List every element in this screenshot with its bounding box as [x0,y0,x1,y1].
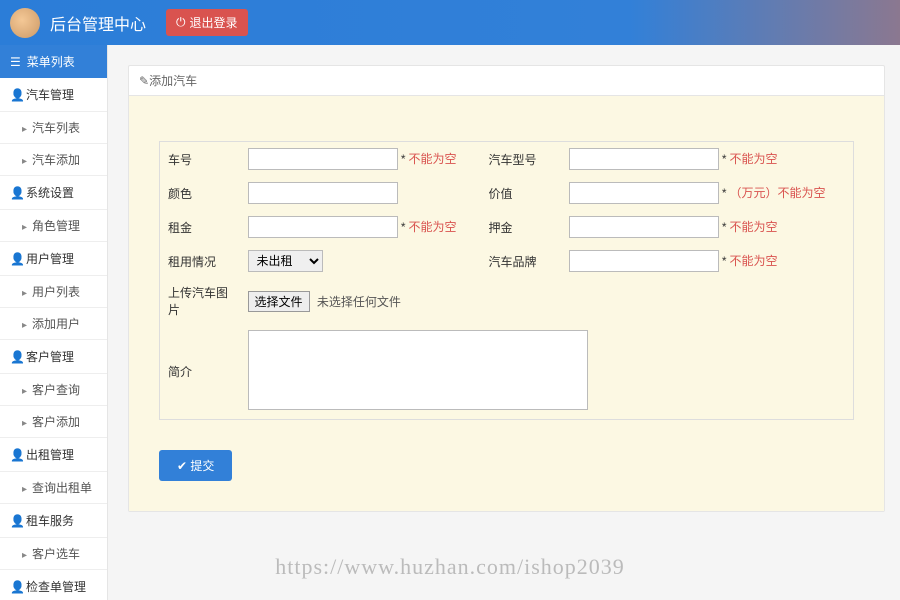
nav-item[interactable]: 用户列表 [0,276,107,308]
label-rent: 租金 [160,210,240,244]
user-icon: 👤 [10,252,20,266]
nav-group[interactable]: 👤 检查单管理 [0,570,107,600]
label-upload: 上传汽车图片 [160,278,240,324]
label-car-no: 车号 [160,142,240,177]
panel-header: ✎添加汽车 [129,66,884,96]
nav-item[interactable]: 客户添加 [0,406,107,438]
user-icon: 👤 [10,514,20,528]
submit-label: 提交 [190,459,214,473]
label-brand: 汽车品牌 [481,244,561,278]
nav-group[interactable]: 👤 客户管理 [0,340,107,374]
avatar[interactable] [10,8,40,38]
nav-group-label: 系统设置 [26,184,74,201]
submit-button[interactable]: ✔ 提交 [159,450,232,481]
user-icon: 👤 [10,88,20,102]
nav-group-label: 检查单管理 [26,578,86,595]
label-deposit: 押金 [481,210,561,244]
input-car-no[interactable] [248,148,398,170]
panel-body: 车号 *不能为空 汽车型号 *不能为空 颜色 价值 *（万元）不能为空 租金 *… [129,96,884,511]
input-deposit[interactable] [569,216,719,238]
file-choose-button[interactable] [248,291,310,312]
list-icon: ☰ [10,55,21,69]
input-model[interactable] [569,148,719,170]
nav-item[interactable]: 查询出租单 [0,472,107,504]
form-table: 车号 *不能为空 汽车型号 *不能为空 颜色 价值 *（万元）不能为空 租金 *… [159,141,854,420]
nav-group-label: 租车服务 [26,512,74,529]
nav-group[interactable]: 👤 汽车管理 [0,78,107,112]
input-color[interactable] [248,182,398,204]
nav-group[interactable]: 👤 出租管理 [0,438,107,472]
input-brand[interactable] [569,250,719,272]
content-area: ✎添加汽车 车号 *不能为空 汽车型号 *不能为空 颜色 价值 *（万元）不能为… [108,45,900,600]
file-none-text: 未选择任何文件 [317,295,401,309]
select-rent-status[interactable]: 未出租 [248,250,323,272]
input-rent[interactable] [248,216,398,238]
user-icon: 👤 [10,448,20,462]
app-title: 后台管理中心 [50,11,146,35]
label-price: 价值 [481,176,561,210]
panel: ✎添加汽车 车号 *不能为空 汽车型号 *不能为空 颜色 价值 *（万元）不能为… [128,65,885,512]
nav-group-label: 客户管理 [26,348,74,365]
nav-group-label: 出租管理 [26,446,74,463]
power-icon: ⏻ [176,15,186,30]
check-icon: ✔ [177,459,187,473]
panel-title: 添加汽车 [149,74,197,88]
user-icon: 👤 [10,186,20,200]
logout-button[interactable]: ⏻ 退出登录 [166,9,248,36]
label-model: 汽车型号 [481,142,561,177]
top-bar: 后台管理中心 ⏻ 退出登录 [0,0,900,45]
user-icon: 👤 [10,350,20,364]
nav-item[interactable]: 客户查询 [0,374,107,406]
nav-item[interactable]: 客户选车 [0,538,107,570]
nav-group-label: 用户管理 [26,250,74,267]
label-color: 颜色 [160,176,240,210]
edit-icon: ✎ [139,74,149,88]
nav-group[interactable]: 👤 用户管理 [0,242,107,276]
nav-group-label: 汽车管理 [26,86,74,103]
textarea-intro[interactable] [248,330,588,410]
input-price[interactable] [569,182,719,204]
logout-label: 退出登录 [190,14,238,31]
nav-group[interactable]: 👤 租车服务 [0,504,107,538]
nav-item[interactable]: 添加用户 [0,308,107,340]
sidebar: ☰ 菜单列表 👤 汽车管理汽车列表汽车添加 👤 系统设置角色管理 👤 用户管理用户列表添加… [0,45,108,600]
label-intro: 简介 [160,324,240,420]
nav-item[interactable]: 角色管理 [0,210,107,242]
nav-item[interactable]: 汽车列表 [0,112,107,144]
nav-group[interactable]: 👤 系统设置 [0,176,107,210]
menu-header: ☰ 菜单列表 [0,45,107,78]
label-rent-status: 租用情况 [160,244,240,278]
user-icon: 👤 [10,580,20,594]
nav-item[interactable]: 汽车添加 [0,144,107,176]
